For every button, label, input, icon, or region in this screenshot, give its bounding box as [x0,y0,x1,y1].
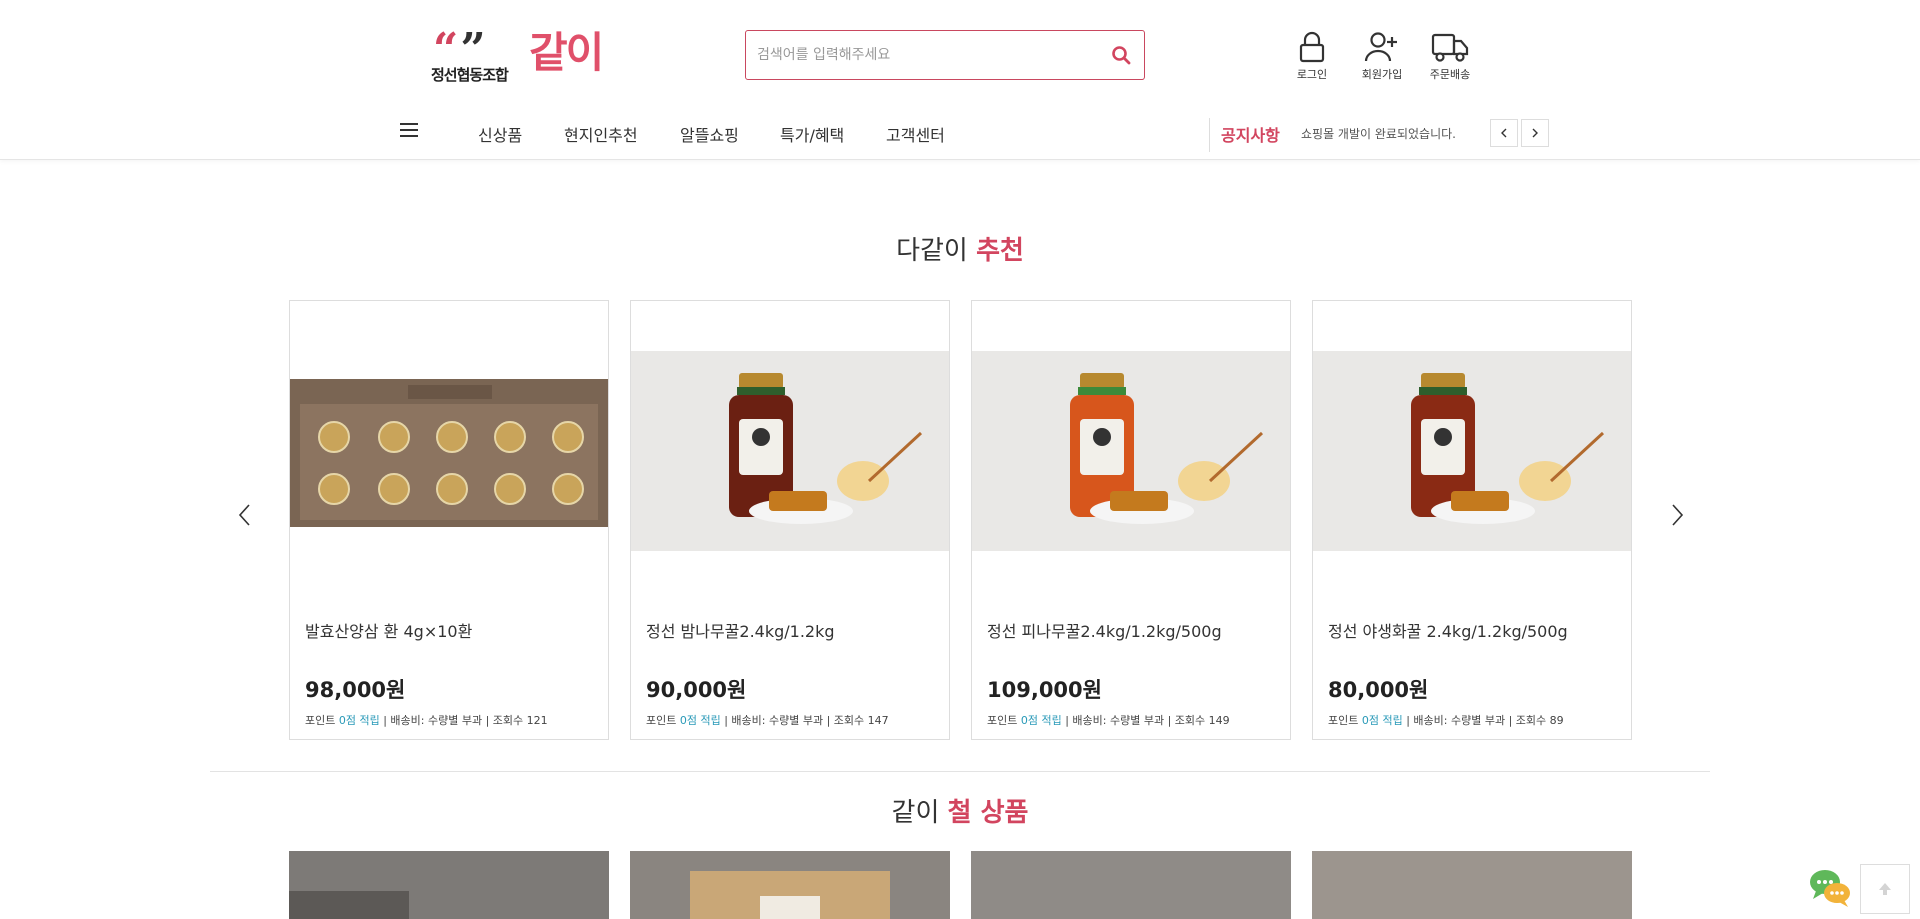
product-meta: 포인트 0점 적립 | 배송비: 수량별 부과 | 조회수 149 [987,712,1230,728]
point-label: 포인트 [305,714,336,727]
chat-bubbles-icon [1810,870,1850,907]
product-image[interactable] [290,351,608,551]
search-button[interactable] [1098,31,1144,79]
meta-rest: | 배송비: 수량별 부과 | 조회수 149 [1061,714,1230,727]
logo-brand-text: 같이 [529,28,604,77]
product-price: 98,000원 [305,678,406,702]
hamburger-menu-icon[interactable] [400,123,418,141]
product-card[interactable]: 정선 피나무꿀2.4kg/1.2kg/500g 109,000원 포인트 0점 … [971,300,1291,740]
notice-next-button[interactable] [1521,119,1549,147]
section-divider [210,771,1710,772]
search-box [745,30,1145,80]
point-value: 0점 적립 [1020,714,1062,727]
lock-icon [1299,31,1325,63]
product-meta: 포인트 0점 적립 | 배송비: 수량별 부과 | 조회수 89 [1328,712,1564,728]
seasonal-product-image[interactable] [1312,851,1632,919]
login-link[interactable]: 로그인 [1282,30,1342,82]
nav-divider [1209,118,1210,152]
product-card[interactable]: 정선 밤나무꿀2.4kg/1.2kg 90,000원 포인트 0점 적립 | 배… [630,300,950,740]
product-meta: 포인트 0점 적립 | 배송비: 수량별 부과 | 조회수 147 [646,712,889,728]
main-nav: 신상품 현지인추천 알뜰쇼핑 특가/혜택 고객센터 공지사항 쇼핑몰 개발이 완… [0,114,1920,154]
chat-button[interactable] [1808,866,1852,910]
carousel-next-button[interactable] [1666,500,1688,530]
seasonal-product-image[interactable] [289,851,609,919]
section-title-plain: 같이 [891,798,940,828]
order-delivery-label: 주문배송 [1429,68,1471,81]
arrow-up-icon [1879,883,1891,895]
truck-icon [1431,33,1469,62]
product-image[interactable] [972,351,1290,551]
login-label: 로그인 [1296,68,1328,81]
chevron-left-icon [238,504,250,526]
logo-org-text: 정선협동조합 [431,66,509,84]
point-value: 0점 적립 [338,714,380,727]
product-name[interactable]: 정선 피나무꿀2.4kg/1.2kg/500g [987,618,1222,642]
point-label: 포인트 [987,714,1018,727]
product-card[interactable]: 발효산양삼 환 4g×10환 98,000원 포인트 0점 적립 | 배송비: … [289,300,609,740]
chevron-right-icon [1672,504,1684,526]
section-recommend-title: 다같이 추천 [0,230,1920,267]
seasonal-product-image[interactable] [971,851,1291,919]
product-image[interactable] [631,351,949,551]
carousel-prev-button[interactable] [234,500,256,530]
section-title-plain: 다같이 [896,236,968,266]
point-label: 포인트 [646,714,677,727]
nav-item-specials[interactable]: 특가/혜택 [780,122,844,146]
product-name[interactable]: 정선 야생화꿀 2.4kg/1.2kg/500g [1328,618,1568,642]
section-title-highlight: 추천 [976,236,1024,266]
point-label: 포인트 [1328,714,1359,727]
search-input[interactable] [746,31,1098,79]
section-title-highlight: 철 상품 [947,798,1029,828]
notice-text[interactable]: 쇼핑몰 개발이 완료되었습니다. [1301,125,1456,142]
search-icon [1112,46,1131,65]
product-name[interactable]: 발효산양삼 환 4g×10환 [305,618,472,642]
product-image[interactable] [1313,351,1631,551]
meta-rest: | 배송비: 수량별 부과 | 조회수 121 [379,714,548,727]
notice-title[interactable]: 공지사항 [1221,122,1280,146]
product-price: 109,000원 [987,678,1102,702]
point-value: 0점 적립 [1361,714,1403,727]
product-meta: 포인트 0점 적립 | 배송비: 수량별 부과 | 조회수 121 [305,712,548,728]
nav-item-smart-shopping[interactable]: 알뜰쇼핑 [680,122,739,146]
product-card[interactable]: 정선 야생화꿀 2.4kg/1.2kg/500g 80,000원 포인트 0점 … [1312,300,1632,740]
nav-item-new[interactable]: 신상품 [478,122,522,146]
signup-link[interactable]: 회원가입 [1352,30,1412,82]
nav-item-customer-center[interactable]: 고객센터 [886,122,945,146]
notice-prev-button[interactable] [1490,119,1518,147]
order-delivery-link[interactable]: 주문배송 [1420,30,1480,82]
product-name[interactable]: 정선 밤나무꿀2.4kg/1.2kg [646,618,835,642]
user-plus-icon [1364,32,1397,62]
product-price: 90,000원 [646,678,747,702]
product-price: 80,000원 [1328,678,1429,702]
section-seasonal-title: 같이 철 상품 [0,792,1920,829]
site-header: “” 정선협동조합 같이 로그인 [0,0,1920,160]
point-value: 0점 적립 [679,714,721,727]
signup-label: 회원가입 [1361,68,1403,81]
chevron-left-icon [1501,128,1507,138]
meta-rest: | 배송비: 수량별 부과 | 조회수 89 [1402,714,1564,727]
scroll-to-top-button[interactable] [1860,864,1910,914]
meta-rest: | 배송비: 수량별 부과 | 조회수 147 [720,714,889,727]
seasonal-product-image[interactable] [630,851,950,919]
nav-item-local-recommend[interactable]: 현지인추천 [564,122,638,146]
chevron-right-icon [1532,128,1538,138]
